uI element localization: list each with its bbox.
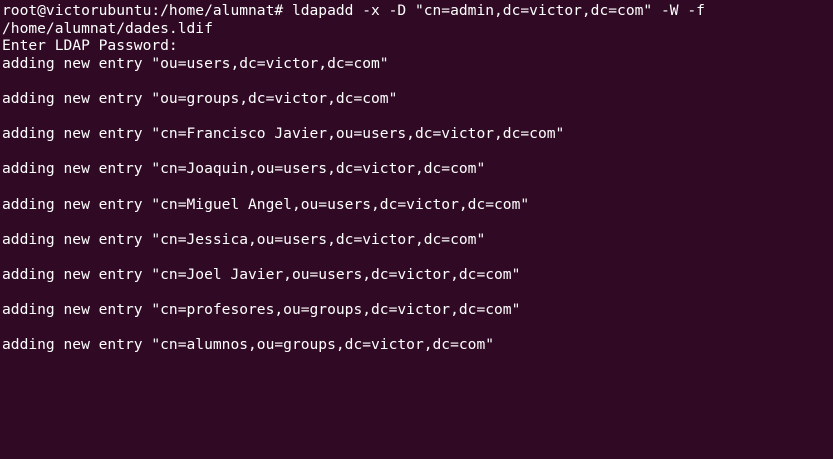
terminal-window[interactable]: root@victorubuntu:/home/alumnat# ldapadd… [0, 0, 833, 459]
terminal-line-entry: adding new entry "ou=users,dc=victor,dc=… [2, 54, 389, 72]
terminal-line-command-wrap: /home/alumnat/dades.ldif [2, 19, 213, 37]
terminal-line-entry: adding new entry "cn=Francisco Javier,ou… [2, 125, 565, 143]
terminal-line-entry: adding new entry "cn=profesores,ou=group… [2, 301, 521, 319]
terminal-line-entry: adding new entry "ou=groups,dc=victor,dc… [2, 89, 398, 107]
terminal-line-entry: adding new entry "cn=Joel Javier,ou=user… [2, 265, 521, 283]
terminal-line-command: root@victorubuntu:/home/alumnat# ldapadd… [2, 2, 705, 19]
terminal-line-entry: adding new entry "cn=alumnos,ou=groups,d… [2, 336, 495, 354]
terminal-line-entry: adding new entry "cn=Jessica,ou=users,dc… [2, 230, 486, 248]
terminal-line-entry: adding new entry "cn=Miguel Angel,ou=use… [2, 195, 530, 213]
terminal-line-password-prompt: Enter LDAP Password: [2, 37, 178, 55]
terminal-line-entry: adding new entry "cn=Joaquin,ou=users,dc… [2, 160, 486, 178]
